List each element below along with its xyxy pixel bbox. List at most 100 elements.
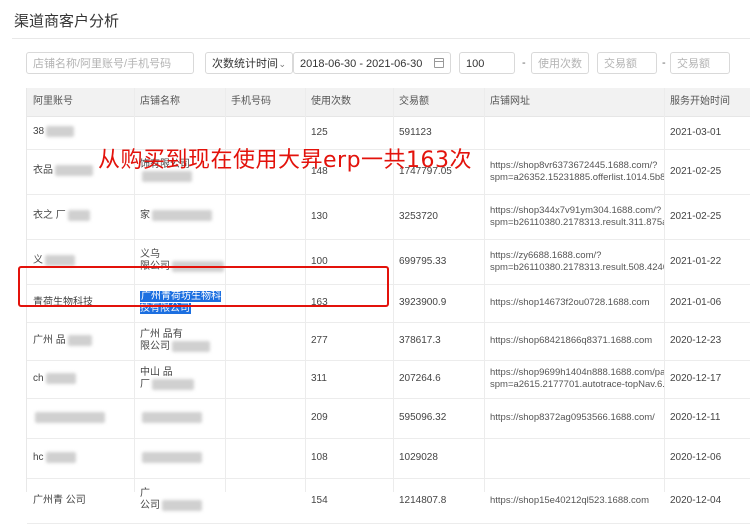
max-amount-input[interactable]: 交易额 [670, 52, 730, 74]
cell-shop-url[interactable]: https://shop8372ag0953566.1688.com/ [484, 398, 664, 438]
cell-shop-url-text: https://shop8372ag0953566.1688.com/ [490, 412, 655, 423]
cell-shop-url[interactable]: https://shop344x7v91ym304.1688.com/?spm=… [484, 194, 664, 239]
cell-shop-name [134, 438, 225, 478]
max-count-placeholder: 使用次数 [538, 58, 582, 70]
cell-shop-url-text: https://shop9699h1404n888.1688.com/page/… [490, 367, 664, 390]
cell-phone [225, 438, 305, 478]
cell-start-date: 2020-12-04 [664, 478, 750, 523]
cell-phone [225, 360, 305, 398]
cell-shop-url[interactable]: https://zy6688.1688.com/?spm=b26110380.2… [484, 239, 664, 284]
cell-start-date: 2020-12-23 [664, 322, 750, 360]
cell-usage-count-text: 277 [311, 335, 328, 346]
cell-phone [225, 398, 305, 438]
count-time-select[interactable]: 次数统计时间 ⌄ [205, 52, 293, 74]
cell-shop-url-text: https://shop344x7v91ym304.1688.com/?spm=… [490, 204, 664, 228]
cell-trade-amount: 3923900.9 [393, 284, 484, 322]
table-row[interactable]: ch 中山 品 厂 311 207264.6 https://shop9699h1404… [27, 360, 750, 399]
cell-usage-count-text: 209 [311, 412, 328, 423]
cell-account-text: 义 [33, 255, 43, 267]
amount-range-dash: - [662, 57, 666, 69]
cell-shop-url-text: https://shop15e40212ql523.1688.com [490, 494, 649, 506]
cell-trade-amount: 699795.33 [393, 239, 484, 284]
chevron-down-icon: ⌄ [278, 59, 286, 69]
header-shop-name[interactable]: 店铺名称 [134, 88, 180, 116]
redacted-mask [46, 126, 75, 138]
header-usage-count[interactable]: 使用次数 [305, 88, 351, 116]
calendar-icon [434, 58, 444, 68]
redacted-mask [172, 340, 210, 352]
cell-start-date: 2021-02-25 [664, 194, 750, 239]
cell-shop-name: 中山 品 厂 [134, 360, 225, 398]
max-amount-placeholder: 交易额 [677, 58, 710, 70]
cell-trade-amount-text: 378617.3 [399, 335, 441, 346]
table-row[interactable]: hc 108 1029028 2020-12-06 [27, 438, 750, 479]
redacted-mask [45, 372, 76, 384]
cell-shop-name: 家 [134, 194, 225, 239]
header-phone[interactable]: 手机号码 [225, 88, 271, 116]
table-row[interactable]: 广州青 公司 广 公司 154 1214807.8 https://shop15e402… [27, 478, 750, 524]
cell-trade-amount: 595096.32 [393, 398, 484, 438]
cell-start-date: 2020-12-11 [664, 398, 750, 438]
date-range-value: 2018-06-30 - 2021-06-30 [300, 58, 423, 70]
cell-shop-url[interactable] [484, 116, 664, 149]
cell-shop-url[interactable]: https://shop9699h1404n888.1688.com/page/… [484, 360, 664, 398]
cell-usage-count: 154 [305, 478, 393, 523]
redacted-mask [152, 210, 212, 222]
cell-trade-amount-text: 591123 [399, 126, 432, 138]
cell-trade-amount: 378617.3 [393, 322, 484, 360]
min-amount-input[interactable]: 交易额 [597, 52, 657, 74]
cell-shop-url-text: https://shop14673f2ou0728.1688.com [490, 297, 650, 308]
cell-start-date: 2020-12-17 [664, 360, 750, 398]
cell-account: 广州 品 [27, 322, 134, 360]
cell-phone [225, 478, 305, 523]
table-row[interactable]: 衣之 厂 家 130 3253720 https://shop344x7v91ym304… [27, 194, 750, 240]
min-count-input[interactable]: 100 [459, 52, 515, 74]
header-trade-amount[interactable]: 交易额 [393, 88, 429, 116]
table-row[interactable]: 209 595096.32 https://shop8372ag0953566.16… [27, 398, 750, 439]
cell-trade-amount-text: 1214807.8 [399, 494, 447, 506]
redacted-mask [35, 411, 105, 423]
table-row[interactable]: 广州 品 广州 品有 限公司 277 378617.3 https://shop6842… [27, 322, 750, 361]
annotation-text: 从购买到现在使用大昇erp一共163次 [98, 148, 473, 173]
cell-account-text: hc [33, 452, 44, 464]
cell-shop-url[interactable]: https://shop68421866q8371.1688.com [484, 322, 664, 360]
cell-shop-url-text: https://shop8vr6373672445.1688.com/?spm=… [490, 159, 664, 183]
redacted-mask [67, 210, 90, 222]
redacted-mask [67, 334, 92, 346]
shop-search-input[interactable]: 店铺名称/阿里账号/手机号码 [26, 52, 194, 74]
cell-trade-amount-text: 699795.33 [399, 255, 447, 267]
cell-usage-count: 311 [305, 360, 393, 398]
count-range-dash: - [522, 57, 526, 69]
cell-account [27, 398, 134, 438]
cell-trade-amount-text: 3253720 [399, 210, 438, 222]
min-count-value: 100 [466, 58, 485, 70]
cell-shop-url[interactable]: https://shop15e40212ql523.1688.com [484, 478, 664, 523]
cell-shop-url[interactable] [484, 438, 664, 478]
cell-trade-amount: 1029028 [393, 438, 484, 478]
cell-start-date-text: 2020-12-17 [670, 373, 722, 384]
max-count-input[interactable]: 使用次数 [531, 52, 589, 74]
cell-start-date-text: 2020-12-23 [670, 335, 722, 346]
cell-start-date-text: 2021-02-25 [670, 165, 722, 177]
count-time-select-value: 次数统计时间 [212, 58, 278, 70]
cell-start-date: 2021-03-01 [664, 116, 750, 149]
date-range-picker[interactable]: 2018-06-30 - 2021-06-30 [293, 52, 451, 74]
cell-usage-count-text: 100 [311, 255, 328, 267]
header-start-date[interactable]: 服务开始时间 [664, 88, 730, 116]
cell-start-date-text: 2021-03-01 [670, 126, 722, 138]
cell-usage-count-text: 130 [311, 210, 328, 222]
cell-shop-url[interactable]: https://shop14673f2ou0728.1688.com [484, 284, 664, 322]
header-shop-url[interactable]: 店铺网址 [484, 88, 530, 116]
cell-phone [225, 194, 305, 239]
cell-start-date-text: 2020-12-04 [670, 494, 722, 506]
cell-trade-amount: 1214807.8 [393, 478, 484, 523]
cell-start-date-text: 2021-02-25 [670, 210, 722, 222]
cell-usage-count-text: 125 [311, 126, 328, 138]
cell-trade-amount-text: 1029028 [399, 452, 438, 463]
cell-start-date: 2021-02-25 [664, 149, 750, 194]
cell-start-date: 2021-01-22 [664, 239, 750, 284]
header-account[interactable]: 阿里账号 [27, 88, 73, 116]
cell-account: hc [27, 438, 134, 478]
cell-usage-count-text: 311 [311, 373, 327, 384]
cell-shop-url[interactable]: https://shop8vr6373672445.1688.com/?spm=… [484, 149, 664, 194]
